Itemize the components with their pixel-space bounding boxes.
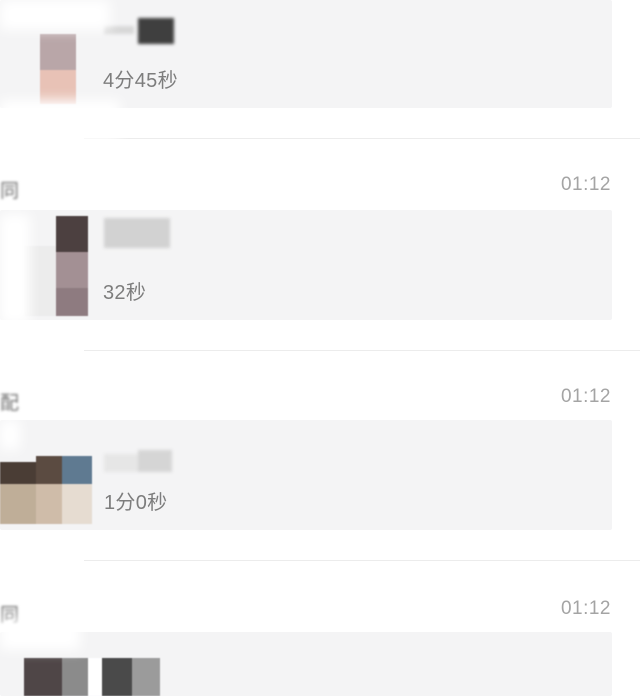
message-header: 同 01:12: [0, 590, 640, 630]
sender-name: 同: [0, 181, 20, 200]
divider: [84, 560, 640, 561]
video-card[interactable]: [0, 632, 612, 696]
message-time: 01:12: [560, 386, 611, 407]
video-card[interactable]: 32秒: [0, 210, 612, 320]
message-header: 同 01:12: [0, 166, 640, 206]
video-thumbnail[interactable]: [0, 448, 92, 526]
video-title-redacted: [104, 218, 174, 248]
video-title-redacted: [104, 450, 174, 476]
video-duration: 1分0秒: [104, 492, 168, 514]
sender-name: 配: [0, 393, 20, 412]
video-duration: 4分45秒: [103, 70, 178, 92]
video-message-feed: 4分45秒 同 01:12 32秒 配 01:12 1分0秒 同 01:12: [0, 0, 640, 696]
video-thumbnail[interactable]: [24, 216, 88, 316]
message-header: 配 01:12: [0, 378, 640, 418]
message-time: 01:12: [560, 598, 611, 619]
video-title-redacted: [104, 18, 174, 44]
video-duration: 32秒: [103, 282, 147, 304]
video-thumbnail[interactable]: [40, 34, 76, 104]
divider: [84, 350, 640, 351]
message-time: 01:12: [560, 174, 611, 195]
divider: [84, 138, 640, 139]
video-thumbnail[interactable]: [24, 658, 172, 696]
video-card[interactable]: 1分0秒: [0, 420, 612, 530]
